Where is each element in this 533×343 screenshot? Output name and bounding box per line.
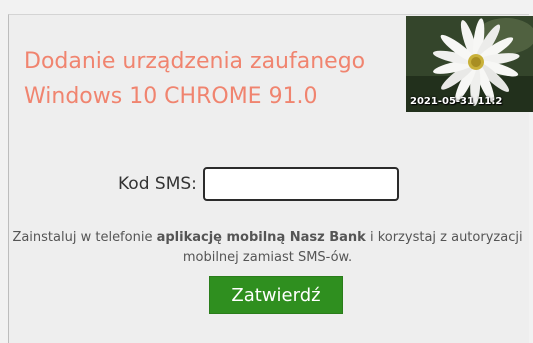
info-text-prefix: Zainstaluj w telefonie <box>12 230 157 245</box>
sms-code-row: Kod SMS: <box>118 167 399 201</box>
title-line-action: Dodanie urządzenia zaufanego <box>24 49 366 74</box>
sms-code-input[interactable] <box>202 167 399 201</box>
security-image-date: 2021-05-31 11:2 <box>410 96 503 107</box>
submit-button[interactable]: Zatwierdź <box>209 276 343 314</box>
security-image: 2021-05-31 11:2 <box>406 16 533 112</box>
page-title: Dodanie urządzenia zaufanego Windows 10 … <box>24 44 365 114</box>
sms-code-label: Kod SMS: <box>118 174 197 194</box>
info-text-app-name: aplikację mobilną Nasz Bank <box>156 230 366 245</box>
mobile-app-info: Zainstaluj w telefonie aplikację mobilną… <box>10 228 525 268</box>
title-line-device: Windows 10 CHROME 91.0 <box>24 84 318 109</box>
